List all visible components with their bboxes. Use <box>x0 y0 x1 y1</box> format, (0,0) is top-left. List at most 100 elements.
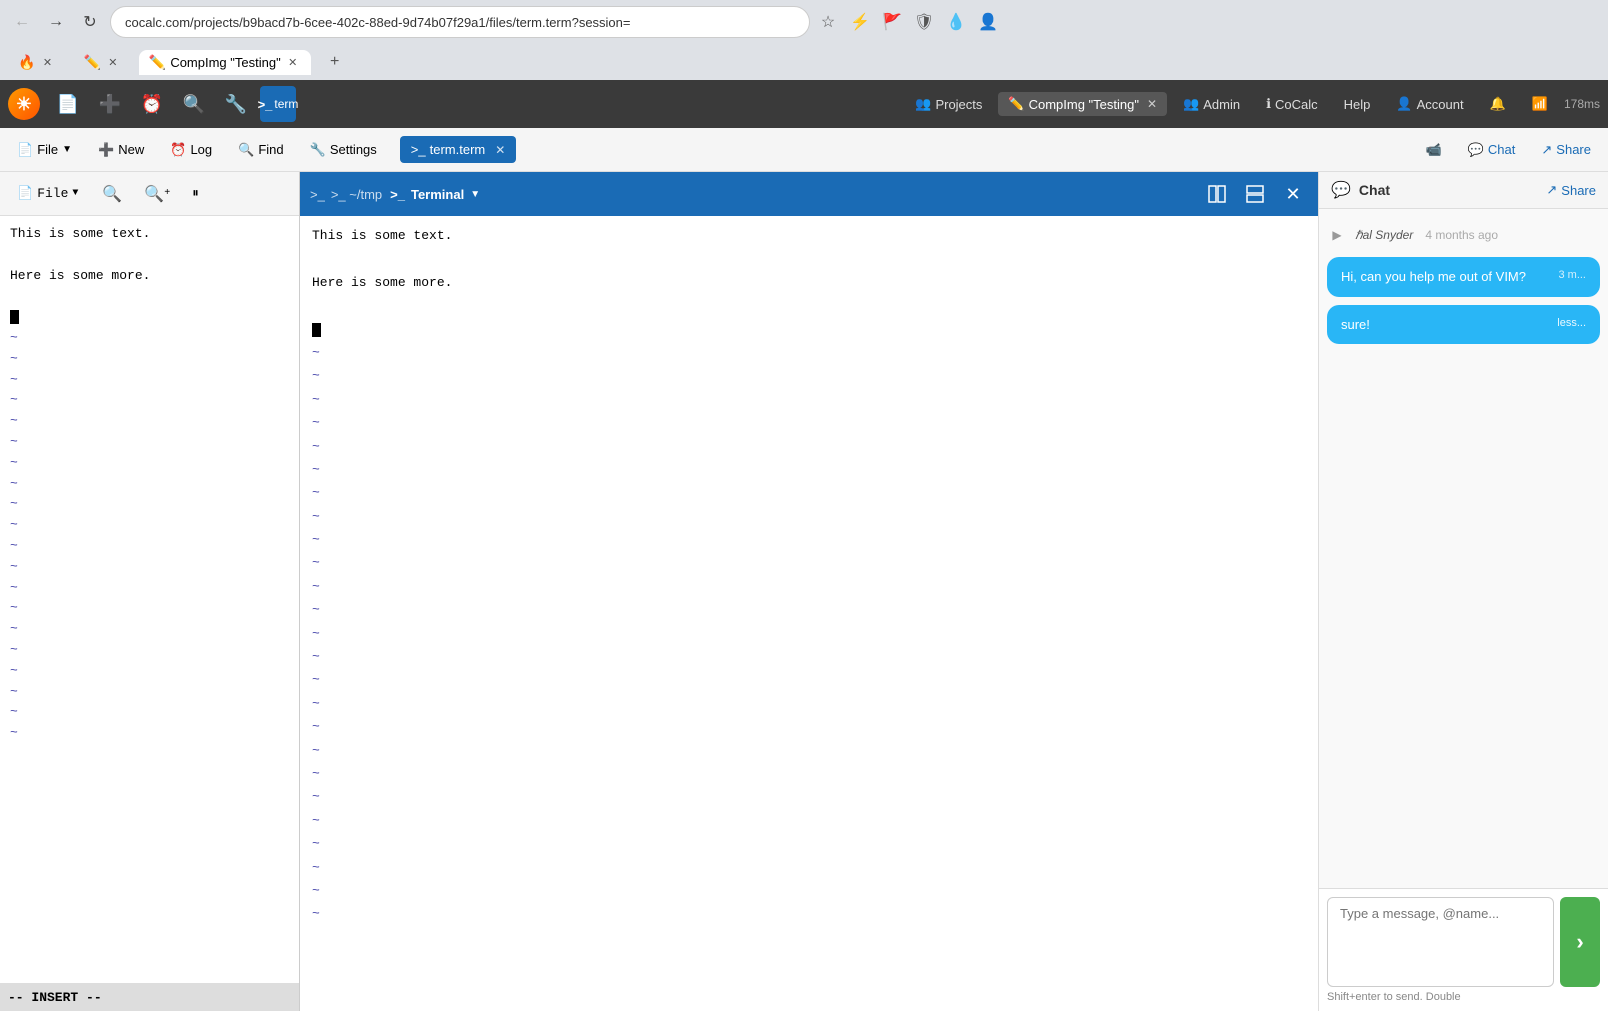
term-header-bar: >_ >_ ~/tmp >_ Terminal ▼ <box>300 172 1318 216</box>
term-t-13: ~ <box>312 622 1306 645</box>
term-title-icon: >_ <box>390 187 405 202</box>
term-t-1: ~ <box>312 341 1306 364</box>
chat-message-input[interactable] <box>1327 897 1554 987</box>
shield-icon[interactable]: 🛡 <box>912 10 936 34</box>
term-t-10: ~ <box>312 551 1306 574</box>
term-line-2 <box>312 247 1306 270</box>
term-close-btn[interactable]: ✕ <box>1278 179 1308 209</box>
term-t-18: ~ <box>312 739 1306 762</box>
chat-message-1: 3 m... Hi, can you help me out of VIM? <box>1327 257 1600 297</box>
chat-header-icon: 💬 <box>1331 180 1351 200</box>
history-button[interactable]: ⏰ <box>134 86 170 122</box>
vim-zoom-in-btn[interactable]: 🔍 + <box>135 178 179 210</box>
vim-file-btn[interactable]: 📄 File ▼ <box>6 180 89 207</box>
cocalc-nav[interactable]: ℹ CoCalc <box>1256 92 1328 116</box>
term-t-7: ~ <box>312 481 1306 504</box>
projects-icon: 👥 <box>915 96 931 112</box>
terminal-label: term <box>274 97 298 111</box>
term-t-8: ~ <box>312 505 1306 528</box>
water-icon[interactable]: 💧 <box>944 10 968 34</box>
vim-statusbar: -- INSERT -- <box>0 983 299 1011</box>
find-btn[interactable]: 🔍 Find <box>227 136 294 164</box>
compimg-nav[interactable]: ✏️ CompImg "Testing" ✕ <box>998 92 1167 116</box>
forward-button[interactable]: → <box>42 8 70 36</box>
system-time: 4 months ago <box>1425 228 1498 242</box>
browser-tab-1[interactable]: 🔥 ✕ <box>8 50 65 75</box>
address-bar[interactable]: cocalc.com/projects/b9bacd7b-6cee-402c-8… <box>110 6 810 38</box>
term-split-vert-btn[interactable] <box>1202 179 1232 209</box>
new-doc-button[interactable]: 📄 <box>50 86 86 122</box>
term-t-16: ~ <box>312 692 1306 715</box>
term-line-4 <box>312 294 1306 317</box>
chat-panel-btn[interactable]: 📹 <box>1415 136 1453 164</box>
term-split-horiz-btn[interactable] <box>1240 179 1270 209</box>
msg2-text: sure! <box>1341 317 1370 332</box>
new-tab-button[interactable]: + <box>323 50 347 74</box>
term-t-6: ~ <box>312 458 1306 481</box>
profile-icon[interactable]: 👤 <box>976 10 1000 34</box>
msg2-more[interactable]: less... <box>1557 315 1586 332</box>
chat-header-title: Chat <box>1359 182 1390 198</box>
vim-toolbar: 📄 File ▼ 🔍 🔍 + ⏸ <box>0 172 299 216</box>
lightning-icon[interactable]: ⚡ <box>848 10 872 34</box>
browser-tab-3[interactable]: ✏️ CompImg "Testing" ✕ <box>139 50 311 75</box>
cocalc-logo[interactable]: ☀ <box>8 88 40 120</box>
share-toggle-btn[interactable]: ↗ Share <box>1530 136 1602 164</box>
tab2-close[interactable]: ✕ <box>105 54 121 70</box>
account-icon: 👤 <box>1396 96 1412 112</box>
new-btn[interactable]: ➕ New <box>87 136 155 164</box>
share-btn[interactable]: ↗ Share <box>1546 182 1596 198</box>
wrench-button[interactable]: 🔧 <box>218 86 254 122</box>
vim-tilde-19: ~ <box>10 702 289 723</box>
chat-send-button[interactable]: › <box>1560 897 1600 987</box>
vim-editor-panel: 📄 File ▼ 🔍 🔍 + ⏸ This is some text. Here… <box>0 172 300 1011</box>
tab3-close[interactable]: ✕ <box>285 54 301 70</box>
terminal-button[interactable]: >_ term <box>260 86 296 122</box>
terminal-icon: >_ <box>258 97 273 112</box>
chat-label: Chat <box>1488 142 1515 157</box>
vim-tilde-14: ~ <box>10 598 289 619</box>
chat-toggle-btn[interactable]: 💬 Chat <box>1457 136 1527 164</box>
vim-tilde-8: ~ <box>10 474 289 495</box>
term-tab[interactable]: >_ term.term ✕ <box>400 136 517 163</box>
browser-chrome: ← → ↻ cocalc.com/projects/b9bacd7b-6cee-… <box>0 0 1608 44</box>
browser-tab-bar: 🔥 ✕ ✏️ ✕ ✏️ CompImg "Testing" ✕ + <box>0 44 1608 80</box>
term-tab-close[interactable]: ✕ <box>495 143 505 157</box>
system-user: ℏal Snyder <box>1355 228 1413 242</box>
flag-icon[interactable]: 🚩 <box>880 10 904 34</box>
back-button[interactable]: ← <box>8 8 36 36</box>
vim-split-btn[interactable]: ⏸ <box>183 180 208 207</box>
term-line-3: Here is some more. <box>312 271 1306 294</box>
admin-nav[interactable]: 👥 Admin <box>1173 92 1250 116</box>
vim-tilde-11: ~ <box>10 536 289 557</box>
refresh-button[interactable]: ↻ <box>76 8 104 36</box>
account-nav[interactable]: 👤 Account <box>1386 92 1473 116</box>
vim-tilde-17: ~ <box>10 661 289 682</box>
term-dropdown-arrow[interactable]: ▼ <box>470 189 480 200</box>
term-t-15: ~ <box>312 668 1306 691</box>
browser-action-icons: ☆ ⚡ 🚩 🛡 💧 👤 <box>816 10 1000 34</box>
chat-panel: 💬 Chat ↗ Share ▶ ℏal Snyder 4 months ago… <box>1318 172 1608 1011</box>
terminal-content[interactable]: This is some text. Here is some more. ~ … <box>300 216 1318 1011</box>
notifications-btn[interactable]: 🔔 <box>1480 92 1516 116</box>
add-button[interactable]: ➕ <box>92 86 128 122</box>
compimg-close[interactable]: ✕ <box>1147 97 1157 111</box>
star-icon[interactable]: ☆ <box>816 10 840 34</box>
tab3-label: CompImg "Testing" <box>170 55 280 70</box>
settings-icon: 🔧 <box>310 142 326 158</box>
vim-content-area[interactable]: This is some text. Here is some more. ~ … <box>0 216 299 983</box>
file-menu-btn[interactable]: 📄 File ▼ <box>6 136 83 164</box>
log-btn[interactable]: ⏰ Log <box>159 136 223 164</box>
compimg-label: CompImg "Testing" <box>1029 97 1139 112</box>
vim-tilde-2: ~ <box>10 349 289 370</box>
search-button[interactable]: 🔍 <box>176 86 212 122</box>
term-t-9: ~ <box>312 528 1306 551</box>
browser-tab-2[interactable]: ✏️ ✕ <box>73 50 130 75</box>
vim-zoom-out-btn[interactable]: 🔍 <box>93 178 131 210</box>
zoom-out-icon: 🔍 <box>102 184 122 204</box>
expand-icon[interactable]: ▶ <box>1327 225 1347 245</box>
settings-btn[interactable]: 🔧 Settings <box>299 136 388 164</box>
tab1-close[interactable]: ✕ <box>39 54 55 70</box>
help-nav[interactable]: Help <box>1334 93 1381 116</box>
projects-nav[interactable]: 👥 Projects <box>905 92 992 116</box>
